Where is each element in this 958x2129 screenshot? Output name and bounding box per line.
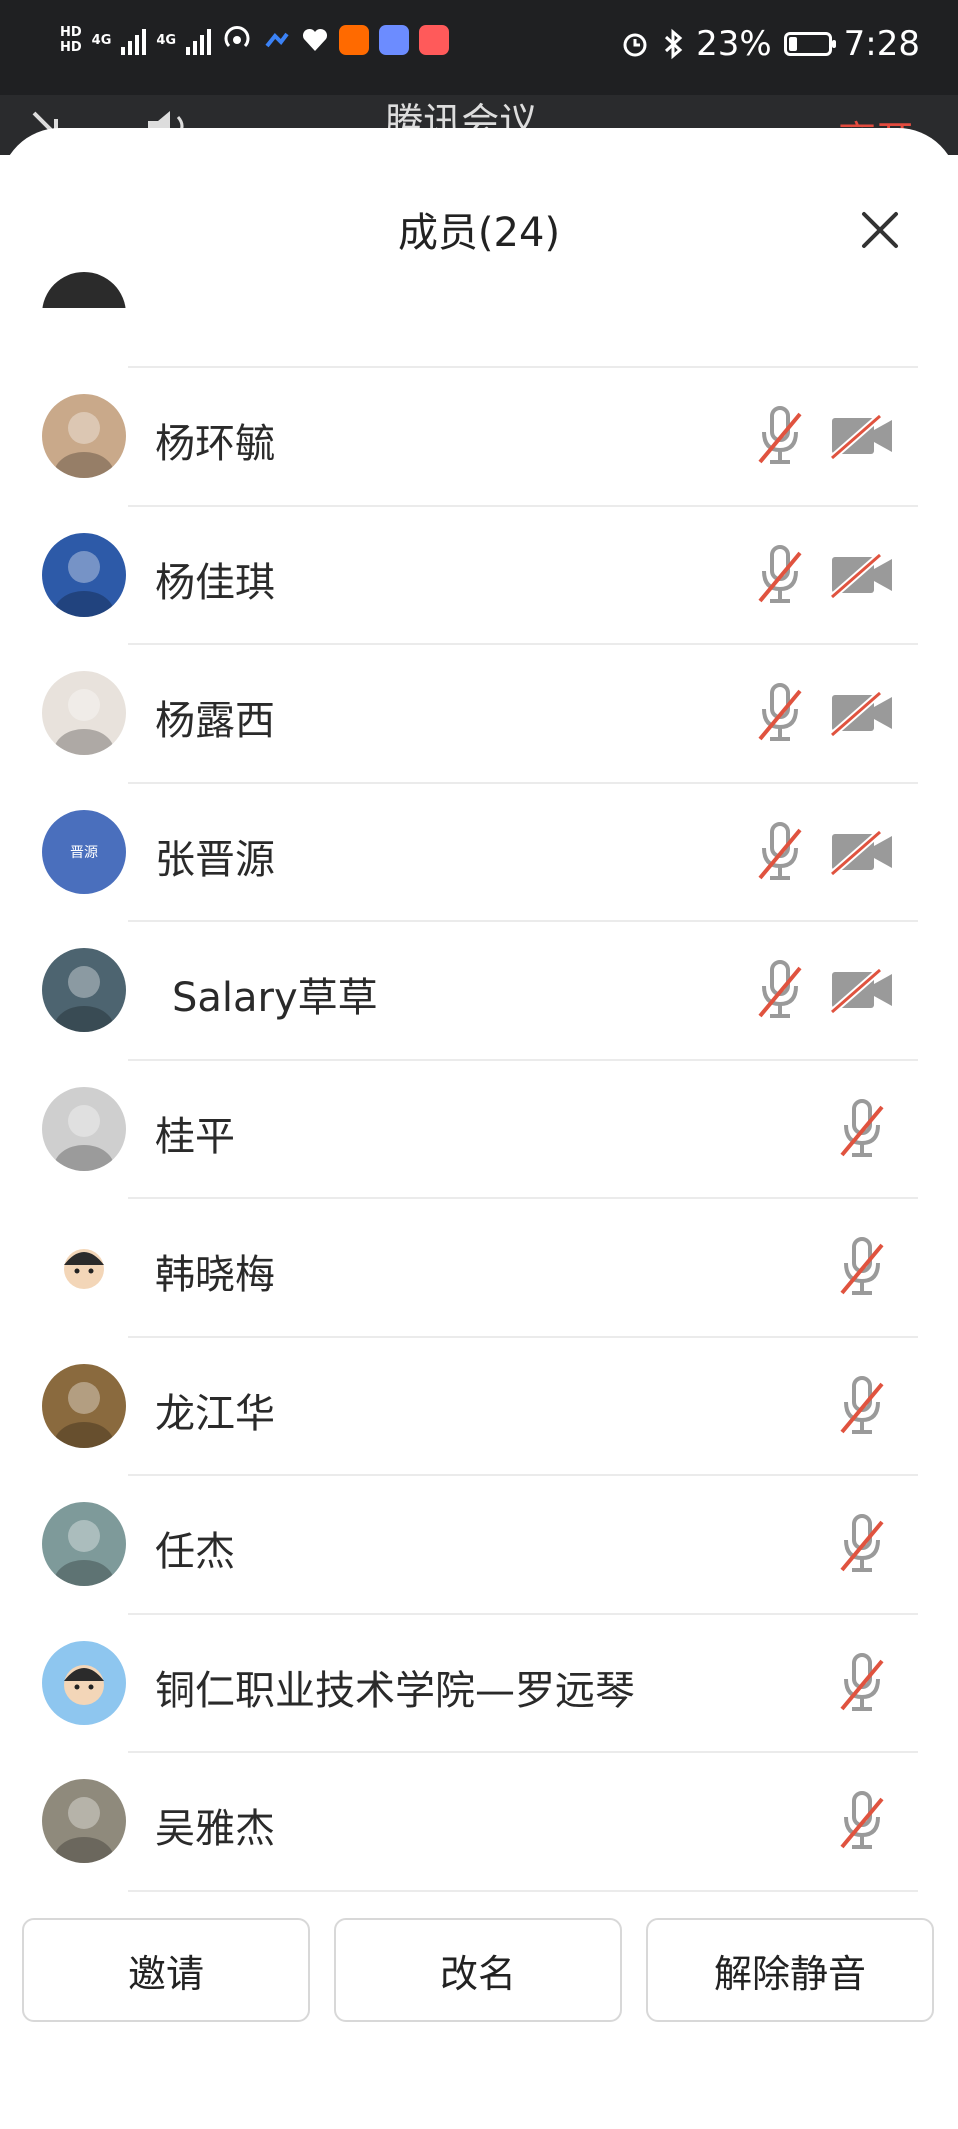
camera-off-icon[interactable] <box>830 689 896 737</box>
avatar <box>42 532 126 617</box>
member-row[interactable]: 杨露西 <box>0 645 958 783</box>
status-left: HD HD 4G 4G <box>60 24 450 56</box>
network-type-1: 4G <box>91 32 112 48</box>
panel-title: 成员(24) <box>397 210 561 256</box>
member-row[interactable]: 吴雅杰 <box>0 1753 958 1891</box>
hotspot-icon <box>224 26 250 48</box>
clock: 7:28 <box>843 24 920 64</box>
member-name: 任杰 <box>155 1529 235 1575</box>
microphone-muted-icon[interactable] <box>756 958 804 1022</box>
member-row[interactable]: 杨佳琪 <box>0 507 958 645</box>
microphone-muted-icon[interactable] <box>838 1651 886 1715</box>
battery-percent: 23% <box>696 24 772 64</box>
taobao-app-icon <box>339 25 370 55</box>
hd-indicator: HD HD <box>60 25 82 55</box>
battery-icon <box>783 32 836 56</box>
camera-off-icon[interactable] <box>830 966 896 1014</box>
avatar <box>42 1502 126 1586</box>
unmute-button[interactable]: 解除静音 <box>646 1918 934 2022</box>
avatar <box>42 948 126 1032</box>
member-row[interactable]: 铜仁职业技术学院—罗远琴 <box>0 1615 958 1753</box>
member-name: 桂平 <box>155 1113 235 1160</box>
footer-actions: 邀请 改名 解除静音 <box>0 1918 958 2028</box>
members-panel: 成员(24) 杨环毓 杨佳琪 杨露西 晋源 张晋源 Salary草草 桂平 韩晓… <box>0 128 958 2129</box>
member-row[interactable]: 桂平 <box>0 1061 958 1199</box>
microphone-muted-icon[interactable] <box>756 681 804 745</box>
member-name: 张晋源 <box>155 836 275 883</box>
microphone-muted-icon[interactable] <box>756 404 804 468</box>
signal-icon-2 <box>186 25 212 55</box>
member-row[interactable]: 杨环毓 <box>0 368 958 506</box>
camera-off-icon[interactable] <box>830 828 896 876</box>
member-row[interactable]: 任杰 <box>0 1476 958 1614</box>
microphone-muted-icon[interactable] <box>838 1374 886 1438</box>
avatar <box>42 1779 126 1863</box>
microphone-muted-icon[interactable] <box>756 820 804 884</box>
camera-off-icon[interactable] <box>830 412 896 460</box>
microphone-muted-icon[interactable] <box>756 543 804 607</box>
status-right: 23% 7:28 <box>620 24 920 64</box>
microphone-muted-icon[interactable] <box>838 1789 886 1853</box>
signal-icon-1 <box>121 25 147 55</box>
avatar: 晋源 <box>42 809 126 894</box>
microphone-muted-icon[interactable] <box>838 1097 886 1161</box>
cloud-icon <box>265 32 289 48</box>
bluetooth-icon <box>665 28 683 60</box>
member-name: 韩晓梅 <box>155 1252 275 1298</box>
avatar <box>42 1086 126 1171</box>
music-app-icon <box>379 25 410 55</box>
avatar-initials: 晋源 <box>70 844 98 861</box>
microphone-muted-icon[interactable] <box>838 1512 886 1576</box>
status-bar: HD HD 4G 4G 23% 7:28 <box>0 0 958 95</box>
alarm-icon <box>623 33 647 57</box>
avatar <box>42 1363 126 1448</box>
camera-off-icon[interactable] <box>830 551 896 599</box>
avatar <box>42 394 126 478</box>
avatar <box>42 1640 126 1725</box>
avatar <box>42 1225 126 1309</box>
member-row[interactable]: 韩晓梅 <box>0 1199 958 1337</box>
member-name: Salary草草 <box>172 975 378 1021</box>
gift-app-icon <box>419 25 450 55</box>
member-row[interactable]: 龙江华 <box>0 1338 958 1476</box>
invite-button[interactable]: 邀请 <box>22 1918 310 2022</box>
rename-button[interactable]: 改名 <box>334 1918 622 2022</box>
heart-icon <box>303 28 328 51</box>
separator <box>128 1889 918 1892</box>
member-name: 杨环毓 <box>155 421 275 467</box>
member-name: 铜仁职业技术学院—罗远琴 <box>155 1667 635 1714</box>
member-name: 吴雅杰 <box>155 1806 275 1852</box>
network-type-2: 4G <box>156 32 177 48</box>
member-name: 杨佳琪 <box>155 559 275 606</box>
member-name: 杨露西 <box>155 698 275 744</box>
member-name: 龙江华 <box>155 1390 275 1437</box>
microphone-muted-icon[interactable] <box>838 1235 886 1299</box>
member-row[interactable]: 晋源 张晋源 <box>0 784 958 922</box>
close-icon[interactable] <box>858 208 902 252</box>
member-row[interactable]: Salary草草 <box>0 922 958 1060</box>
avatar <box>42 671 126 755</box>
